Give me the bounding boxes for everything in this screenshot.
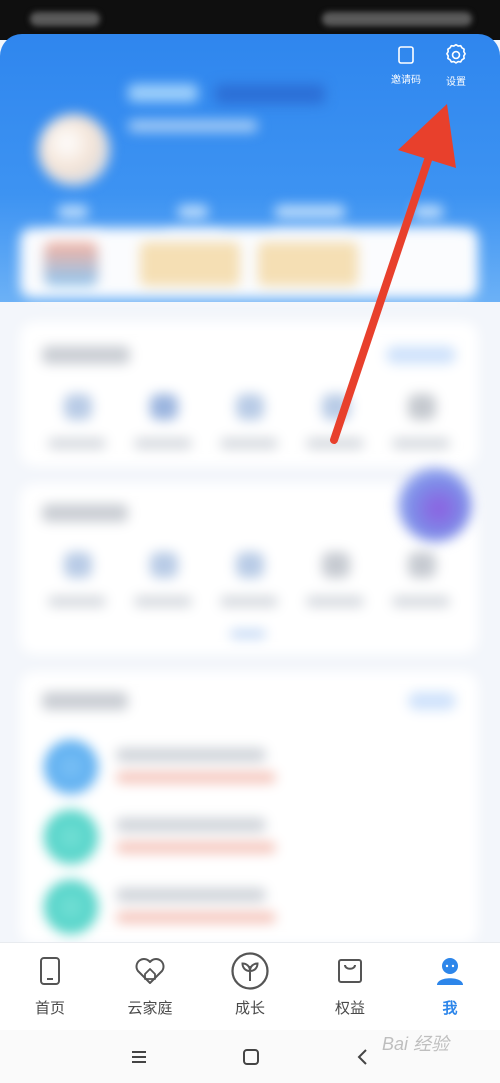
bag-icon <box>338 959 362 983</box>
tab-label: 云家庭 <box>127 1000 173 1017</box>
annotation-arrow <box>330 104 456 444</box>
tab-label: 我 <box>442 1000 458 1017</box>
tab-family[interactable]: 云家庭 <box>100 943 200 1031</box>
sprout-icon <box>231 952 269 990</box>
tab-label: 成长 <box>234 1000 265 1017</box>
watermark: Bai 经验 <box>382 1034 450 1054</box>
user-icon <box>437 958 463 985</box>
tab-me[interactable]: 我 <box>400 943 500 1031</box>
menu-icon[interactable] <box>124 1042 154 1072</box>
bottom-nav: 首页 云家庭 成长 权益 我 <box>0 942 500 1031</box>
tab-label: 权益 <box>334 1000 365 1017</box>
back-icon[interactable] <box>348 1042 378 1072</box>
heart-home-icon <box>135 958 165 984</box>
tab-home[interactable]: 首页 <box>0 943 100 1031</box>
tab-growth[interactable]: 成长 <box>200 943 300 1031</box>
home-square-icon[interactable] <box>236 1042 266 1072</box>
tab-benefits[interactable]: 权益 <box>300 943 400 1031</box>
tab-label: 首页 <box>34 1000 65 1017</box>
phone-icon <box>40 957 60 985</box>
